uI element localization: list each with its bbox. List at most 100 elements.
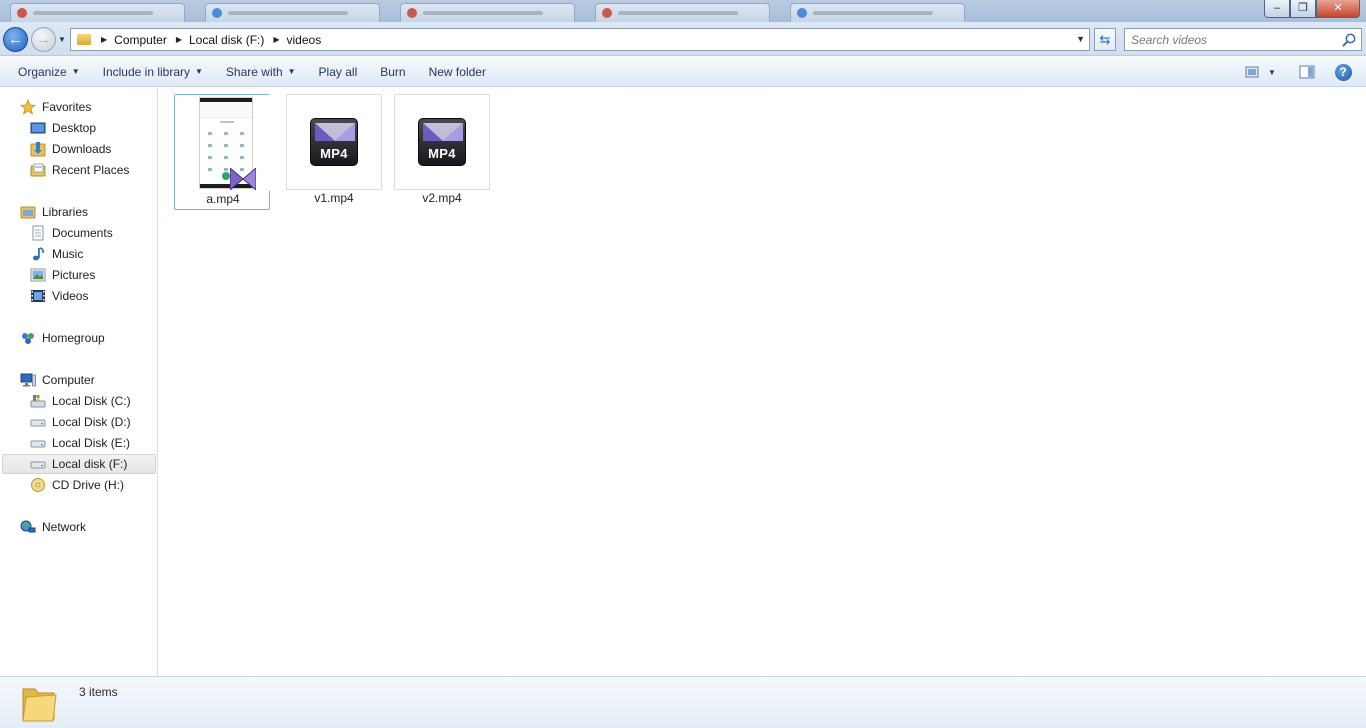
system-drive-icon [30,395,46,408]
nav-local-disk-c-label: Local Disk (C:) [52,394,131,408]
refresh-button[interactable]: ⇆ [1094,28,1116,51]
breadcrumb-local-disk-f[interactable]: Local disk (F:) [189,33,264,47]
preview-pane-button[interactable] [1296,61,1318,83]
back-button[interactable]: ← [3,27,28,52]
nav-local-disk-d[interactable]: Local Disk (D:) [30,412,131,432]
new-folder-button[interactable]: New folder [421,60,494,84]
nav-network[interactable]: Network [20,517,86,537]
drive-icon [30,419,46,427]
play-all-button[interactable]: Play all [311,60,366,84]
background-window-tab [400,3,575,22]
file-name: v1.mp4 [314,191,354,205]
address-bar[interactable]: ▶ Computer ▶ Local disk (F:) ▶ videos ▼ [70,28,1090,51]
refresh-icon: ⇆ [1099,31,1111,47]
nav-videos[interactable]: Videos [30,286,88,306]
nav-downloads-label: Downloads [52,142,112,156]
include-in-library-label: Include in library [102,64,190,79]
nav-local-disk-c[interactable]: Local Disk (C:) [30,391,131,411]
nav-homegroup-label: Homegroup [42,331,105,345]
file-item-a-mp4[interactable]: a.mp4 [174,94,271,210]
nav-desktop-label: Desktop [52,121,97,135]
nav-downloads[interactable]: Downloads [30,139,111,159]
details-pane: 3 items [0,676,1366,728]
nav-computer[interactable]: Computer [20,370,95,390]
title-bar: – ❐ ✕ [0,0,1366,22]
nav-favorites-label: Favorites [42,100,92,114]
view-icon [1245,66,1259,78]
preview-pane-icon [1299,65,1315,79]
minimize-button[interactable]: – [1264,0,1290,18]
nav-homegroup[interactable]: Homegroup [20,328,105,348]
nav-pictures[interactable]: Pictures [30,265,95,285]
folder-icon [22,688,57,722]
music-icon [33,247,44,261]
search-box[interactable] [1124,28,1362,51]
nav-music[interactable]: Music [30,244,83,264]
organize-button[interactable]: Organize ▼ [10,60,88,84]
folder-icon [77,34,91,45]
search-icon[interactable] [1341,32,1357,48]
libraries-icon [20,206,36,219]
organize-label: Organize [18,64,67,79]
close-button[interactable]: ✕ [1316,0,1360,18]
mp4-file-icon: MP4 [310,118,358,166]
change-view-button[interactable] [1242,61,1264,83]
nav-cd-drive-h[interactable]: CD Drive (H:) [30,475,124,495]
recent-places-icon [30,163,46,177]
file-thumbnail: MP4 [394,94,490,190]
forward-button[interactable]: → [31,27,56,52]
help-button[interactable]: ? [1332,61,1354,83]
nav-music-label: Music [52,247,84,261]
downloads-folder-icon [30,142,46,157]
include-in-library-button[interactable]: Include in library ▼ [95,60,211,84]
nav-documents-label: Documents [52,226,113,240]
chevron-right-icon[interactable]: ▶ [176,35,182,44]
navigation-pane: Favorites Desktop Downloads Recent Place… [0,88,158,676]
call-button-graphic [222,172,230,180]
search-input[interactable] [1125,29,1335,50]
address-history-dropdown[interactable]: ▼ [1076,34,1085,44]
nav-local-disk-e[interactable]: Local Disk (E:) [30,433,130,453]
arrow-right-icon: → [36,31,51,48]
nav-local-disk-f-label: Local disk (F:) [52,457,128,471]
recent-pages-dropdown[interactable]: ▼ [58,35,66,44]
breadcrumb-videos[interactable]: videos [287,33,322,47]
nav-favorites[interactable]: Favorites [20,97,91,117]
nav-videos-label: Videos [52,289,89,303]
nav-pictures-label: Pictures [52,268,96,282]
nav-documents[interactable]: Documents [30,223,113,243]
nav-recent-places-label: Recent Places [52,163,130,177]
file-item-v1-mp4[interactable]: MP4 v1.mp4 [286,94,382,210]
file-name: v2.mp4 [422,191,462,205]
desktop-icon [30,122,46,134]
breadcrumb-computer[interactable]: Computer [114,33,167,47]
documents-icon [32,225,44,241]
file-list-view[interactable]: a.mp4 MP4 v1.mp4 MP4 v2.mp4 [159,88,1366,676]
navigation-row: ← → ▼ ▶ Computer ▶ Local disk (F:) ▶ vid… [0,22,1366,56]
computer-icon [20,373,36,387]
nav-local-disk-f[interactable]: Local disk (F:) [2,454,156,474]
background-window-tab [205,3,380,22]
file-thumbnail [175,95,271,191]
background-window-tab [595,3,770,22]
maximize-button[interactable]: ❐ [1290,0,1316,18]
chevron-right-icon[interactable]: ▶ [101,35,107,44]
command-bar: Organize ▼ Include in library ▼ Share with… [0,57,1366,87]
nav-recent-places[interactable]: Recent Places [30,160,129,180]
arrow-left-icon: ← [8,31,23,48]
burn-button[interactable]: Burn [372,60,413,84]
nav-libraries[interactable]: Libraries [20,202,88,222]
view-options-dropdown[interactable]: ▼ [1266,61,1278,83]
share-with-label: Share with [225,64,283,79]
nav-desktop[interactable]: Desktop [30,118,96,138]
nav-cd-drive-h-label: CD Drive (H:) [52,478,124,492]
file-item-v2-mp4[interactable]: MP4 v2.mp4 [394,94,490,210]
nav-computer-label: Computer [42,373,95,387]
nav-libraries-label: Libraries [42,205,89,219]
media-player-logo-icon [423,123,463,141]
drive-icon [30,461,46,469]
share-with-button[interactable]: Share with ▼ [218,60,304,84]
videos-icon [31,290,45,302]
mp4-badge-label: MP4 [320,146,348,161]
chevron-right-icon[interactable]: ▶ [273,35,279,44]
